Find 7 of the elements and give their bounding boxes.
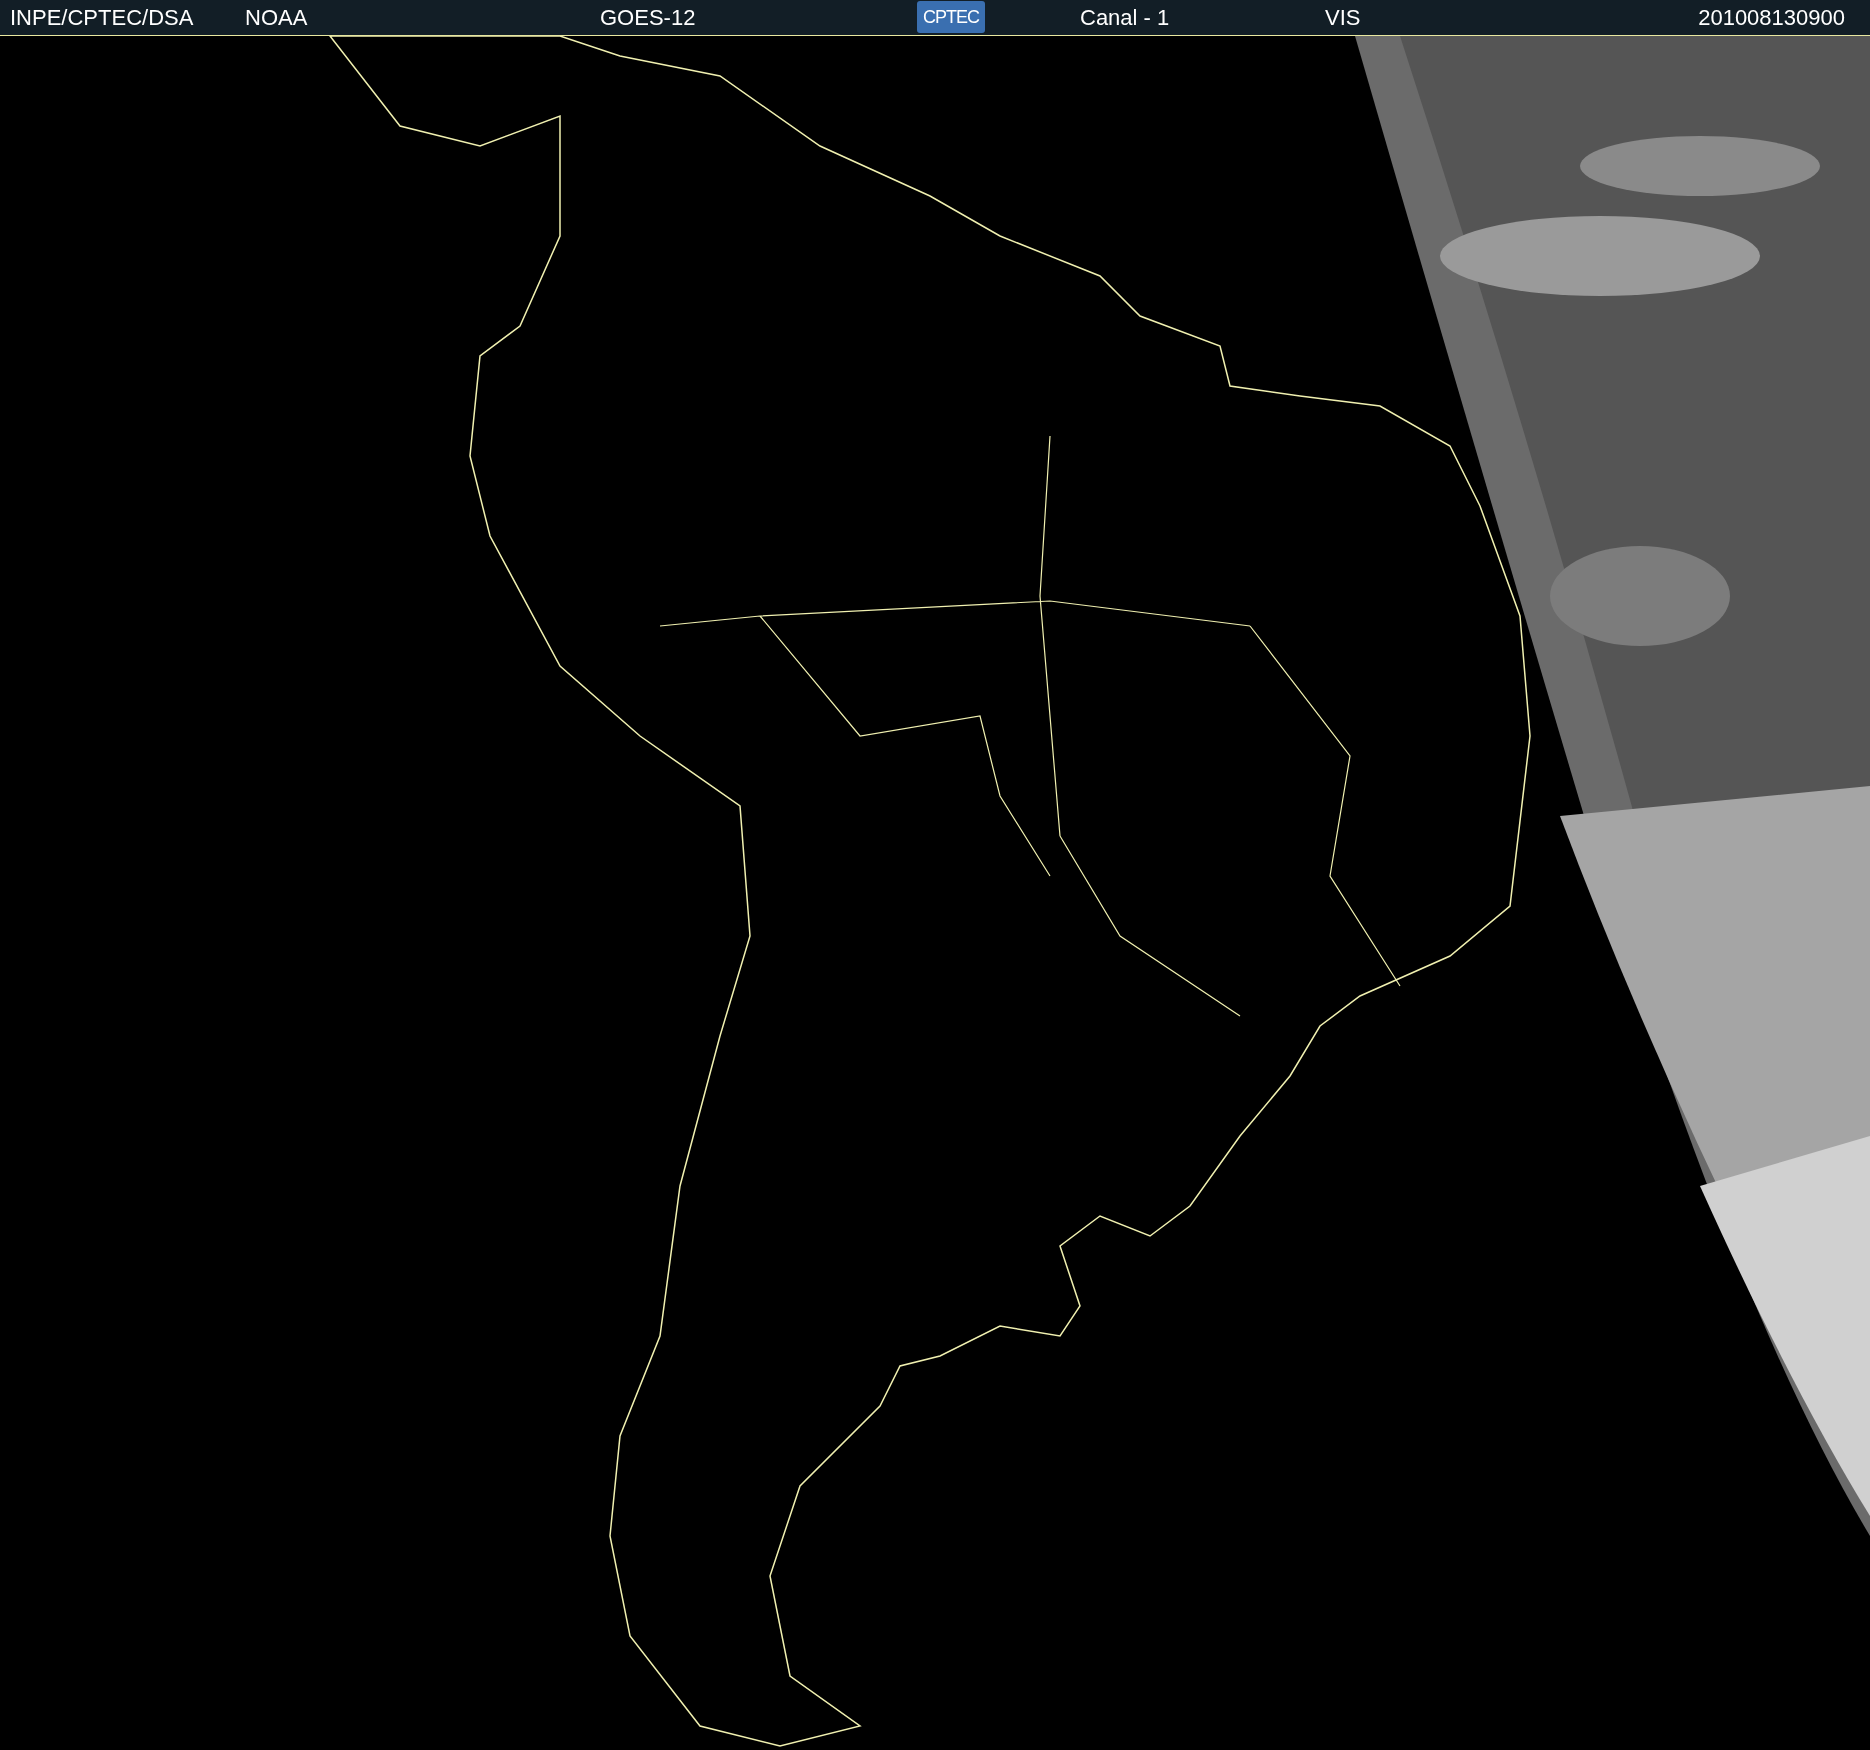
- satellite-label: GOES-12: [600, 6, 696, 30]
- logo: CPTEC: [917, 1, 985, 33]
- channel-label: Canal - 1: [1080, 6, 1170, 30]
- agency-label: NOAA: [245, 6, 308, 30]
- source-label: INPE/CPTEC/DSA: [10, 6, 194, 30]
- timestamp: 201008130900: [1698, 6, 1845, 30]
- band-label: VIS: [1325, 6, 1361, 30]
